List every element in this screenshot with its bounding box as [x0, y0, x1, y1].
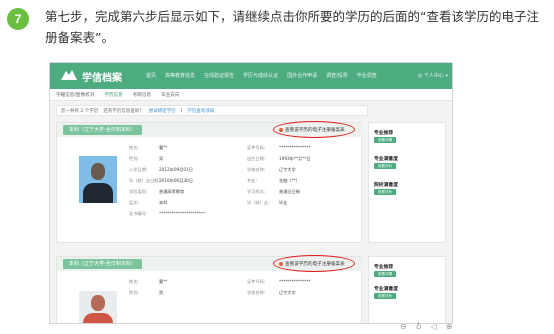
- field-label: 出生日期：: [247, 156, 268, 161]
- subnav-item-degree[interactable]: 学历信息: [104, 92, 122, 98]
- field-value: 1993年**月**日: [279, 156, 311, 161]
- user-center-menu[interactable]: ◎ 个人中心 ▾: [418, 72, 448, 79]
- side-section-title: 院校满意度: [374, 183, 398, 188]
- nav-item-abroad[interactable]: 国外合作申请: [287, 72, 317, 79]
- nav-item-home[interactable]: 首页: [146, 72, 156, 79]
- side-section-title: 专业满意度: [374, 157, 398, 162]
- bind-degree-link[interactable]: 尝试绑定学历: [149, 108, 176, 114]
- field-value: 普通全日制: [279, 189, 300, 194]
- student-photo: [79, 156, 117, 203]
- side-view-button[interactable]: 查看详情: [374, 271, 396, 277]
- field-value: **********************: [159, 211, 206, 216]
- field-label: 性别：: [129, 290, 142, 295]
- degree-record-card: 本科（辽宁大学-全日制本科） 查看该学历的电子注册备案表 姓名： 曹** 证件号码：…: [56, 121, 363, 243]
- degree-count-text: 您一共有 2 个学历: [61, 108, 99, 114]
- field-value: ***************: [279, 279, 311, 284]
- field-value: 普通高等教育: [159, 189, 185, 194]
- nav-item-higher-edu[interactable]: 高等教育信息: [165, 72, 195, 79]
- subnav-item-destination[interactable]: 毕业去向: [161, 92, 179, 98]
- step-number-badge: 7: [7, 8, 29, 30]
- field-label: 学校名称：: [247, 167, 268, 172]
- field-label: 入学日期：: [129, 167, 150, 172]
- subnav-item-exam[interactable]: 考研信息: [133, 92, 151, 98]
- zoom-in-icon[interactable]: ⊕: [446, 322, 453, 331]
- audio-icon[interactable]: ◁: [431, 322, 437, 331]
- field-value: 2016年06月30日: [159, 178, 193, 183]
- field-label: 证件号码：: [247, 279, 268, 284]
- recommend-panel: 专业推荐 查看详情 专业满意度 查看评价 院校满意度 查看评价: [368, 122, 446, 243]
- field-label: 毕（结）业日期：: [129, 178, 163, 183]
- field-value: 辽宁大学: [279, 167, 296, 172]
- side-view-button[interactable]: 查看评价: [374, 189, 396, 195]
- field-label: 姓名：: [129, 145, 142, 150]
- side-view-button[interactable]: 查看详情: [374, 137, 396, 143]
- field-label: 姓名：: [129, 279, 142, 284]
- zoom-out-icon[interactable]: ⊖: [400, 322, 407, 331]
- side-section-title: 专业推荐: [374, 265, 394, 270]
- nav-item-report[interactable]: 在线验证报告: [204, 72, 234, 79]
- field-value: 2012年09月01日: [159, 167, 193, 172]
- main-nav: 首页 高等教育信息 在线验证报告 学历与成绩认证 国外合作申请 调查/投票 毕业…: [146, 72, 377, 79]
- record-tag: 本科（辽宁大学-全日制本科）: [63, 125, 142, 135]
- nav-item-survey[interactable]: 调查/投票: [326, 72, 348, 79]
- student-photo: [79, 291, 117, 323]
- nav-item-cert[interactable]: 学历与成绩认证: [243, 72, 278, 79]
- field-value: ***************: [279, 145, 311, 150]
- field-value: 金融（**）: [279, 178, 300, 183]
- field-label: 层次：: [129, 200, 142, 205]
- field-value: 辽宁大学: [279, 290, 296, 295]
- field-label: 证书编号：: [129, 211, 150, 216]
- image-toolbar: ⊖ ♁ ◁ ⊕: [400, 322, 452, 331]
- field-label: 学习形式：: [247, 189, 268, 194]
- highlight-circle: [273, 121, 355, 138]
- side-section-title: 专业推荐: [374, 131, 394, 136]
- field-value: 毕业: [279, 200, 288, 205]
- side-view-button[interactable]: 查看评价: [374, 293, 396, 299]
- nav-item-graduate[interactable]: 毕业调查: [357, 72, 377, 79]
- field-value: 男: [159, 290, 164, 295]
- field-label: 专业：: [247, 178, 260, 183]
- subnav-item-status[interactable]: 学籍信息/图像校对: [56, 92, 94, 98]
- field-label: 学历类别：: [129, 189, 150, 194]
- field-label: 证件号码：: [247, 145, 268, 150]
- book-logo-icon: [61, 70, 77, 80]
- side-view-button[interactable]: 查看评价: [374, 163, 396, 169]
- field-value: 曹**: [159, 145, 168, 150]
- highlight-circle: [273, 255, 355, 272]
- field-label: 毕（结）业：: [247, 200, 273, 205]
- side-section-title: 专业满意度: [374, 287, 398, 292]
- degree-record-card: 本科（辽宁大学-全日制本科） 查看该学历的电子注册备案表 姓名： 曹** 证件号码：…: [56, 255, 363, 323]
- query-notice-link[interactable]: 学历查询须知: [187, 108, 214, 114]
- site-logo-text[interactable]: 学信档案: [82, 69, 122, 84]
- embedded-screenshot: 学信档案 首页 高等教育信息 在线验证报告 学历与成绩认证 国外合作申请 调查/…: [49, 62, 453, 324]
- site-header: 学信档案 首页 高等教育信息 在线验证报告 学历与成绩认证 国外合作申请 调查/…: [50, 63, 452, 89]
- degree-hint-text: 还有学历信息查询？: [103, 108, 144, 114]
- recommend-panel: 专业推荐 查看详情专业满意度 查看评价: [368, 256, 446, 323]
- field-value: 本科: [159, 200, 168, 205]
- degree-count-bar: 您一共有 2 个学历 还有学历信息查询？ 尝试绑定学历 | 学历查询须知: [56, 105, 368, 116]
- field-label: 学校名称：: [247, 290, 268, 295]
- step-instruction-text: 第七步，完成第六步后显示如下，请继续点击你所要的学历的后面的“查看该学历的电子注…: [45, 9, 539, 45]
- separator: |: [180, 108, 183, 113]
- thumb-icon[interactable]: ♁: [416, 322, 422, 331]
- field-label: 性别：: [129, 156, 142, 161]
- field-value: 男: [159, 156, 164, 161]
- field-value: 曹**: [159, 279, 168, 284]
- record-tag: 本科（辽宁大学-全日制本科）: [63, 259, 142, 269]
- sub-nav: 学籍信息/图像校对 学历信息 考研信息 毕业去向: [50, 89, 452, 101]
